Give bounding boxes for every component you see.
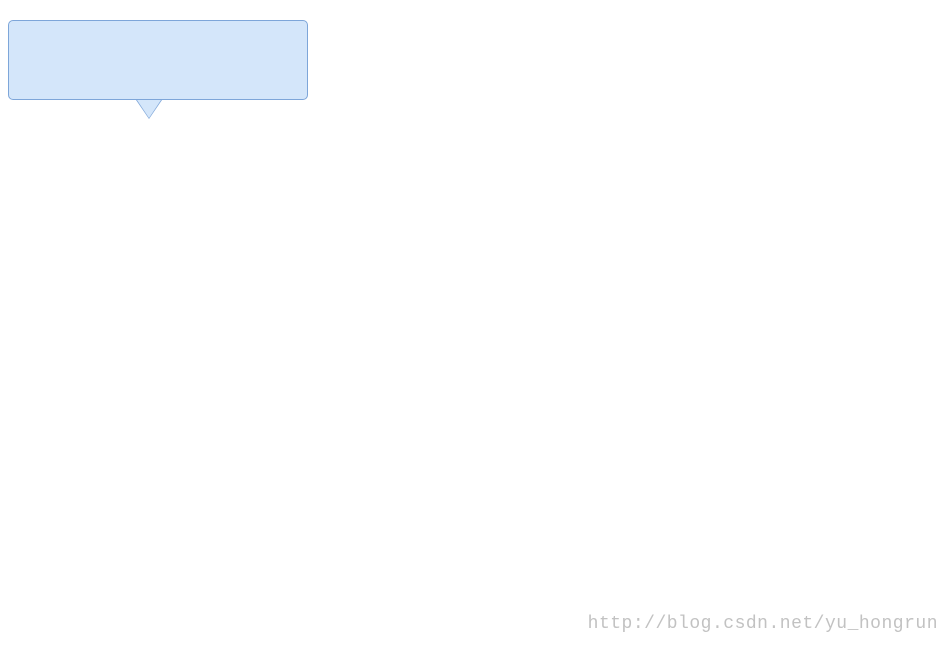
speech-bubble-callout — [8, 20, 308, 100]
watermark-text: http://blog.csdn.net/yu_hongrun — [588, 614, 938, 634]
speech-tail — [137, 100, 161, 118]
